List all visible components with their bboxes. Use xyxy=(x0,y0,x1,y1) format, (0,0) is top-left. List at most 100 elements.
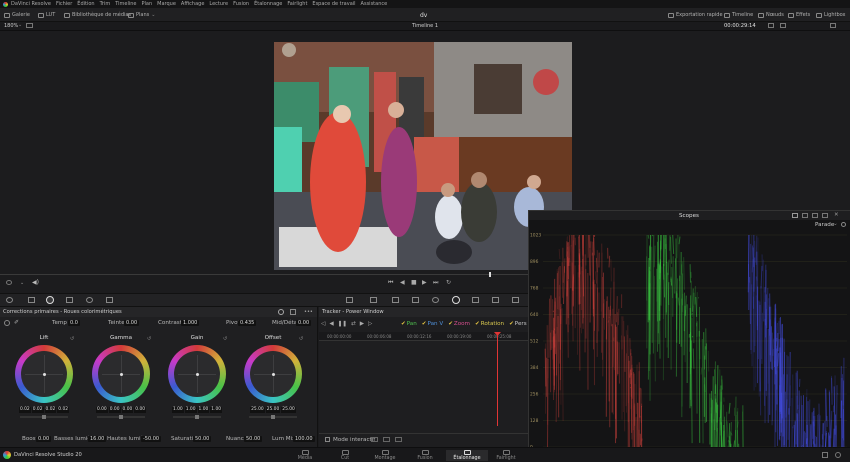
offset-g-value[interactable]: 25.00 xyxy=(265,407,281,413)
tracker-playhead[interactable] xyxy=(497,332,498,426)
viewer-mode-icon[interactable] xyxy=(26,23,33,28)
option-zoom[interactable]: ✔ Zoom xyxy=(448,321,470,327)
curves-icon[interactable] xyxy=(346,297,353,303)
tint-field[interactable]: 0.00 xyxy=(124,320,140,326)
lift-g-value[interactable]: 0.02 xyxy=(44,407,57,413)
offset-color-wheel[interactable] xyxy=(244,345,302,403)
gain-g-value[interactable]: 1.00 xyxy=(197,407,210,413)
track-forward-icon[interactable]: ▶ xyxy=(360,321,364,327)
chevron-down-icon[interactable]: ⌄ xyxy=(833,221,838,227)
track-both-icon[interactable]: ⇄ xyxy=(351,321,356,327)
timeline-selector[interactable]: Timeline 1 xyxy=(412,23,438,29)
zoom-level[interactable]: 180% xyxy=(4,23,18,29)
offset-b-value[interactable]: 25.00 xyxy=(281,407,296,413)
tracker-icon[interactable] xyxy=(432,297,439,303)
lift-master-slider[interactable] xyxy=(20,415,68,419)
offset-reset-icon[interactable]: ↺ xyxy=(299,336,303,342)
set-point-icon[interactable] xyxy=(383,437,390,442)
gamma-r-value[interactable]: 0.00 xyxy=(108,407,121,413)
gain-r-value[interactable]: 1.00 xyxy=(184,407,197,413)
page-tab-fusion[interactable]: Fusion xyxy=(407,450,443,461)
camera-raw-icon[interactable] xyxy=(6,297,13,303)
shadows-field[interactable]: 16.00 xyxy=(88,436,107,442)
lut-button[interactable]: LUT xyxy=(38,11,55,19)
gain-y-value[interactable]: 1.00 xyxy=(171,407,184,413)
gain-color-wheel[interactable] xyxy=(168,345,226,403)
gain-master-slider[interactable] xyxy=(173,415,221,419)
option-rotation[interactable]: ✔ Rotation xyxy=(475,321,504,327)
sync-icon[interactable] xyxy=(768,23,774,28)
color-match-icon[interactable] xyxy=(28,297,35,303)
lift-r-value[interactable]: 0.02 xyxy=(31,407,44,413)
offset-master-slider[interactable] xyxy=(249,415,297,419)
menu-item-5[interactable]: Plan xyxy=(142,1,153,7)
lummix-field[interactable]: 100.00 xyxy=(293,436,315,442)
hue-field[interactable]: 50.00 xyxy=(244,436,263,442)
settings-icon[interactable] xyxy=(841,222,846,227)
effects-button[interactable]: Effets xyxy=(788,11,810,19)
lift-color-wheel[interactable] xyxy=(15,345,73,403)
option-pan[interactable]: ✔ Pan xyxy=(401,321,417,327)
color-warper-icon[interactable] xyxy=(370,297,377,303)
rgb-mixer-icon[interactable] xyxy=(66,297,73,303)
contrast-field[interactable]: 1.000 xyxy=(181,320,200,326)
gamma-color-wheel[interactable] xyxy=(92,345,150,403)
gamma-b-value[interactable]: 0.00 xyxy=(134,407,147,413)
quad-view-icon[interactable] xyxy=(812,213,818,218)
menu-item-8[interactable]: Lecture xyxy=(209,1,228,7)
menu-item-10[interactable]: Étalonnage xyxy=(254,1,282,7)
menu-item-1[interactable]: Fichier xyxy=(56,1,72,7)
loop-playback-icon[interactable]: ↻ xyxy=(446,279,451,286)
project-manager-icon[interactable] xyxy=(822,452,828,458)
menu-item-12[interactable]: Espace de travail xyxy=(312,1,355,7)
boost-field[interactable]: 0.00 xyxy=(36,436,52,442)
play-icon[interactable]: ▶ xyxy=(422,279,427,286)
motion-effects-icon[interactable] xyxy=(86,297,93,303)
gamma-y-value[interactable]: 0.00 xyxy=(95,407,108,413)
temp-field[interactable]: 0.0 xyxy=(68,320,80,326)
nodes-button[interactable]: Nœuds xyxy=(758,11,784,19)
menu-item-2[interactable]: Édition xyxy=(77,1,94,7)
menu-item-13[interactable]: Assistance xyxy=(361,1,388,7)
grid-view-icon[interactable] xyxy=(822,213,828,218)
blur-icon[interactable] xyxy=(472,297,479,303)
lift-y-value[interactable]: 0.02 xyxy=(18,407,31,413)
track-reverse-frame-icon[interactable]: ◁ xyxy=(321,321,325,327)
qualifier-icon[interactable] xyxy=(392,297,399,303)
track-reverse-icon[interactable]: ◀ xyxy=(329,321,333,327)
track-forward-frame-icon[interactable]: ▷ xyxy=(368,321,372,327)
sizing-icon[interactable] xyxy=(512,297,519,303)
lightbox-button[interactable]: Lightbox xyxy=(816,11,846,19)
menu-item-0[interactable]: DaVinci Resolve xyxy=(11,1,51,7)
log-mode-icon[interactable] xyxy=(290,309,296,315)
gain-reset-icon[interactable]: ↺ xyxy=(223,336,227,342)
media-pool-button[interactable]: Bibliothèque de médias xyxy=(64,11,131,19)
picker-icon[interactable]: ✐ xyxy=(14,319,19,326)
gamma-master-slider[interactable] xyxy=(97,415,145,419)
audio-icon[interactable]: ◀) xyxy=(32,279,39,286)
menu-item-4[interactable]: Timeline xyxy=(115,1,136,7)
skip-start-icon[interactable]: ⏮ xyxy=(388,279,393,287)
option-pers[interactable]: ✔ Pers xyxy=(509,321,527,327)
lift-b-value[interactable]: 0.02 xyxy=(57,407,70,413)
highlights-field[interactable]: -50.00 xyxy=(141,436,162,442)
scope-mode-select[interactable]: Parade xyxy=(815,222,834,228)
magic-mask-icon[interactable] xyxy=(452,296,460,304)
menu-item-6[interactable]: Marque xyxy=(157,1,176,7)
chevron-down-icon[interactable]: ⌄ xyxy=(20,280,24,286)
hdr-icon[interactable] xyxy=(106,297,113,303)
menu-item-3[interactable]: Trim xyxy=(100,1,111,7)
gamma-g-value[interactable]: 0.00 xyxy=(121,407,134,413)
settings-icon[interactable] xyxy=(835,452,841,458)
menu-item-7[interactable]: Affichage xyxy=(181,1,205,7)
delete-point-icon[interactable] xyxy=(395,437,402,442)
timeline-button[interactable]: Timeline xyxy=(724,11,753,19)
gain-b-value[interactable]: 1.00 xyxy=(210,407,223,413)
page-tab-fairlight[interactable]: Fairlight xyxy=(488,450,524,461)
menu-item-11[interactable]: Fairlight xyxy=(287,1,307,7)
pivot-field[interactable]: 0.435 xyxy=(238,320,257,326)
quick-export-button[interactable]: Exportation rapide xyxy=(668,11,723,19)
layout-icon[interactable] xyxy=(780,23,786,28)
clips-button[interactable]: Plans ⌄ xyxy=(128,11,155,19)
dual-view-icon[interactable] xyxy=(802,213,808,218)
